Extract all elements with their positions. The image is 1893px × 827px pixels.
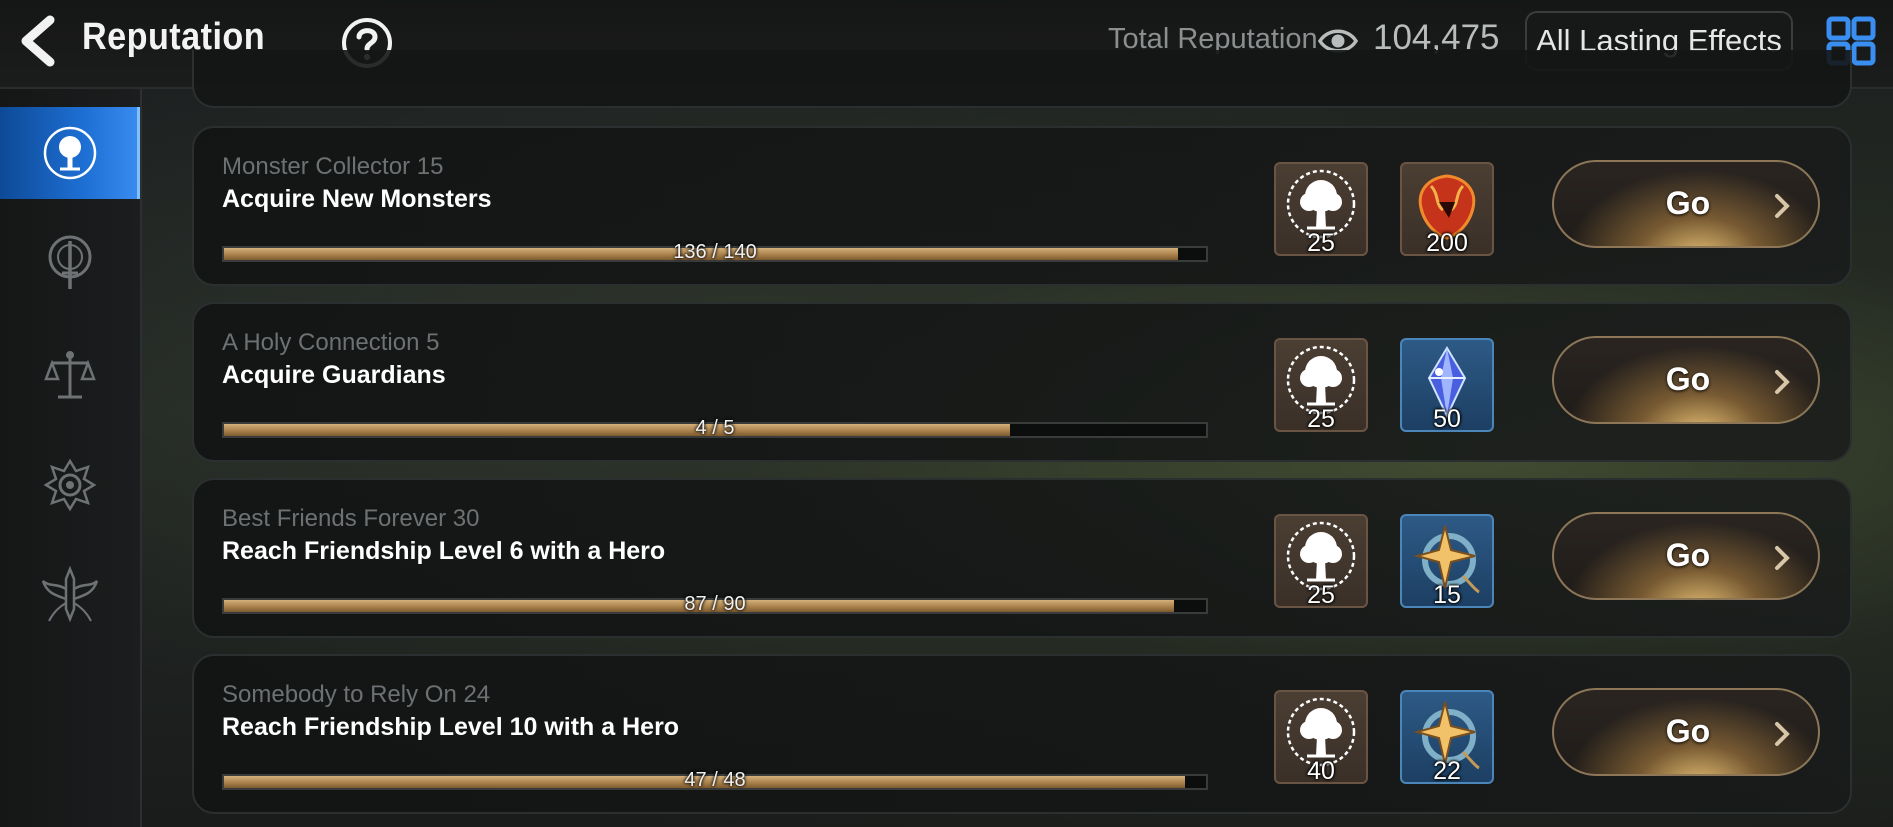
reward-slot[interactable]: 25 bbox=[1274, 338, 1368, 433]
chevron-right-icon bbox=[1775, 370, 1790, 394]
reward-amount: 25 bbox=[1307, 229, 1335, 257]
chevron-right-icon bbox=[1775, 722, 1790, 746]
quest-subtitle: A Holy Connection 5 bbox=[222, 329, 440, 356]
sword-medallion-icon bbox=[48, 235, 92, 289]
reward-amount: 22 bbox=[1433, 757, 1461, 785]
sidebar-item-blade[interactable] bbox=[0, 549, 140, 641]
quest-card: Best Friends Forever 30 Reach Friendship… bbox=[192, 478, 1852, 638]
sidebar-item-swirl[interactable] bbox=[0, 439, 140, 531]
quest-card: Somebody to Rely On 24 Reach Friendship … bbox=[192, 654, 1852, 814]
reward-slot[interactable]: 50 bbox=[1400, 338, 1494, 433]
reward-amount: 25 bbox=[1307, 405, 1335, 433]
quest-card: A Holy Connection 5 Acquire Guardians 4 … bbox=[192, 302, 1852, 462]
reward-slot[interactable]: 40 bbox=[1274, 690, 1368, 785]
reward-slot[interactable]: 200 bbox=[1400, 162, 1494, 257]
reward-slot[interactable]: 25 bbox=[1274, 162, 1368, 257]
sidebar-item-tree[interactable] bbox=[0, 107, 140, 199]
winged-blade-icon bbox=[41, 565, 99, 623]
quest-description: Acquire Guardians bbox=[222, 361, 446, 389]
reward-amount: 15 bbox=[1433, 581, 1461, 609]
category-sidebar bbox=[0, 89, 142, 827]
go-button[interactable]: Go bbox=[1552, 688, 1820, 776]
quest-subtitle: Somebody to Rely On 24 bbox=[222, 681, 491, 708]
reward-slot[interactable]: 22 bbox=[1400, 690, 1494, 785]
reward-slot[interactable]: 15 bbox=[1400, 514, 1494, 609]
reward-amount: 50 bbox=[1433, 405, 1461, 433]
progress-text: 47 / 48 bbox=[684, 769, 746, 791]
go-button[interactable]: Go bbox=[1552, 336, 1820, 424]
quest-description: Reach Friendship Level 10 with a Hero bbox=[222, 713, 680, 741]
go-button[interactable]: Go bbox=[1552, 512, 1820, 600]
sidebar-item-scales[interactable] bbox=[0, 329, 140, 421]
scales-icon bbox=[44, 351, 96, 399]
quest-subtitle: Monster Collector 15 bbox=[222, 153, 444, 180]
back-arrow-icon[interactable] bbox=[14, 14, 62, 68]
chevron-right-icon bbox=[1775, 546, 1790, 570]
reward-amount: 200 bbox=[1426, 229, 1468, 257]
progress-text: 136 / 140 bbox=[673, 241, 757, 263]
quest-card: Monster Collector 15 Acquire New Monster… bbox=[192, 126, 1852, 286]
progress-text: 87 / 90 bbox=[684, 593, 746, 615]
quest-description: Acquire New Monsters bbox=[222, 185, 492, 213]
go-button[interactable]: Go bbox=[1552, 160, 1820, 248]
quest-card-partial bbox=[192, 50, 1852, 108]
reward-amount: 40 bbox=[1307, 757, 1335, 785]
quest-subtitle: Best Friends Forever 30 bbox=[222, 505, 480, 532]
chevron-right-icon bbox=[1775, 194, 1790, 218]
reward-slot[interactable]: 25 bbox=[1274, 514, 1368, 609]
tree-emblem-icon bbox=[43, 126, 97, 180]
progress-text: 4 / 5 bbox=[695, 417, 735, 439]
swirl-emblem-icon bbox=[43, 458, 97, 512]
quest-description: Reach Friendship Level 6 with a Hero bbox=[222, 537, 666, 565]
sidebar-item-sword[interactable] bbox=[0, 217, 140, 309]
reward-amount: 25 bbox=[1307, 581, 1335, 609]
